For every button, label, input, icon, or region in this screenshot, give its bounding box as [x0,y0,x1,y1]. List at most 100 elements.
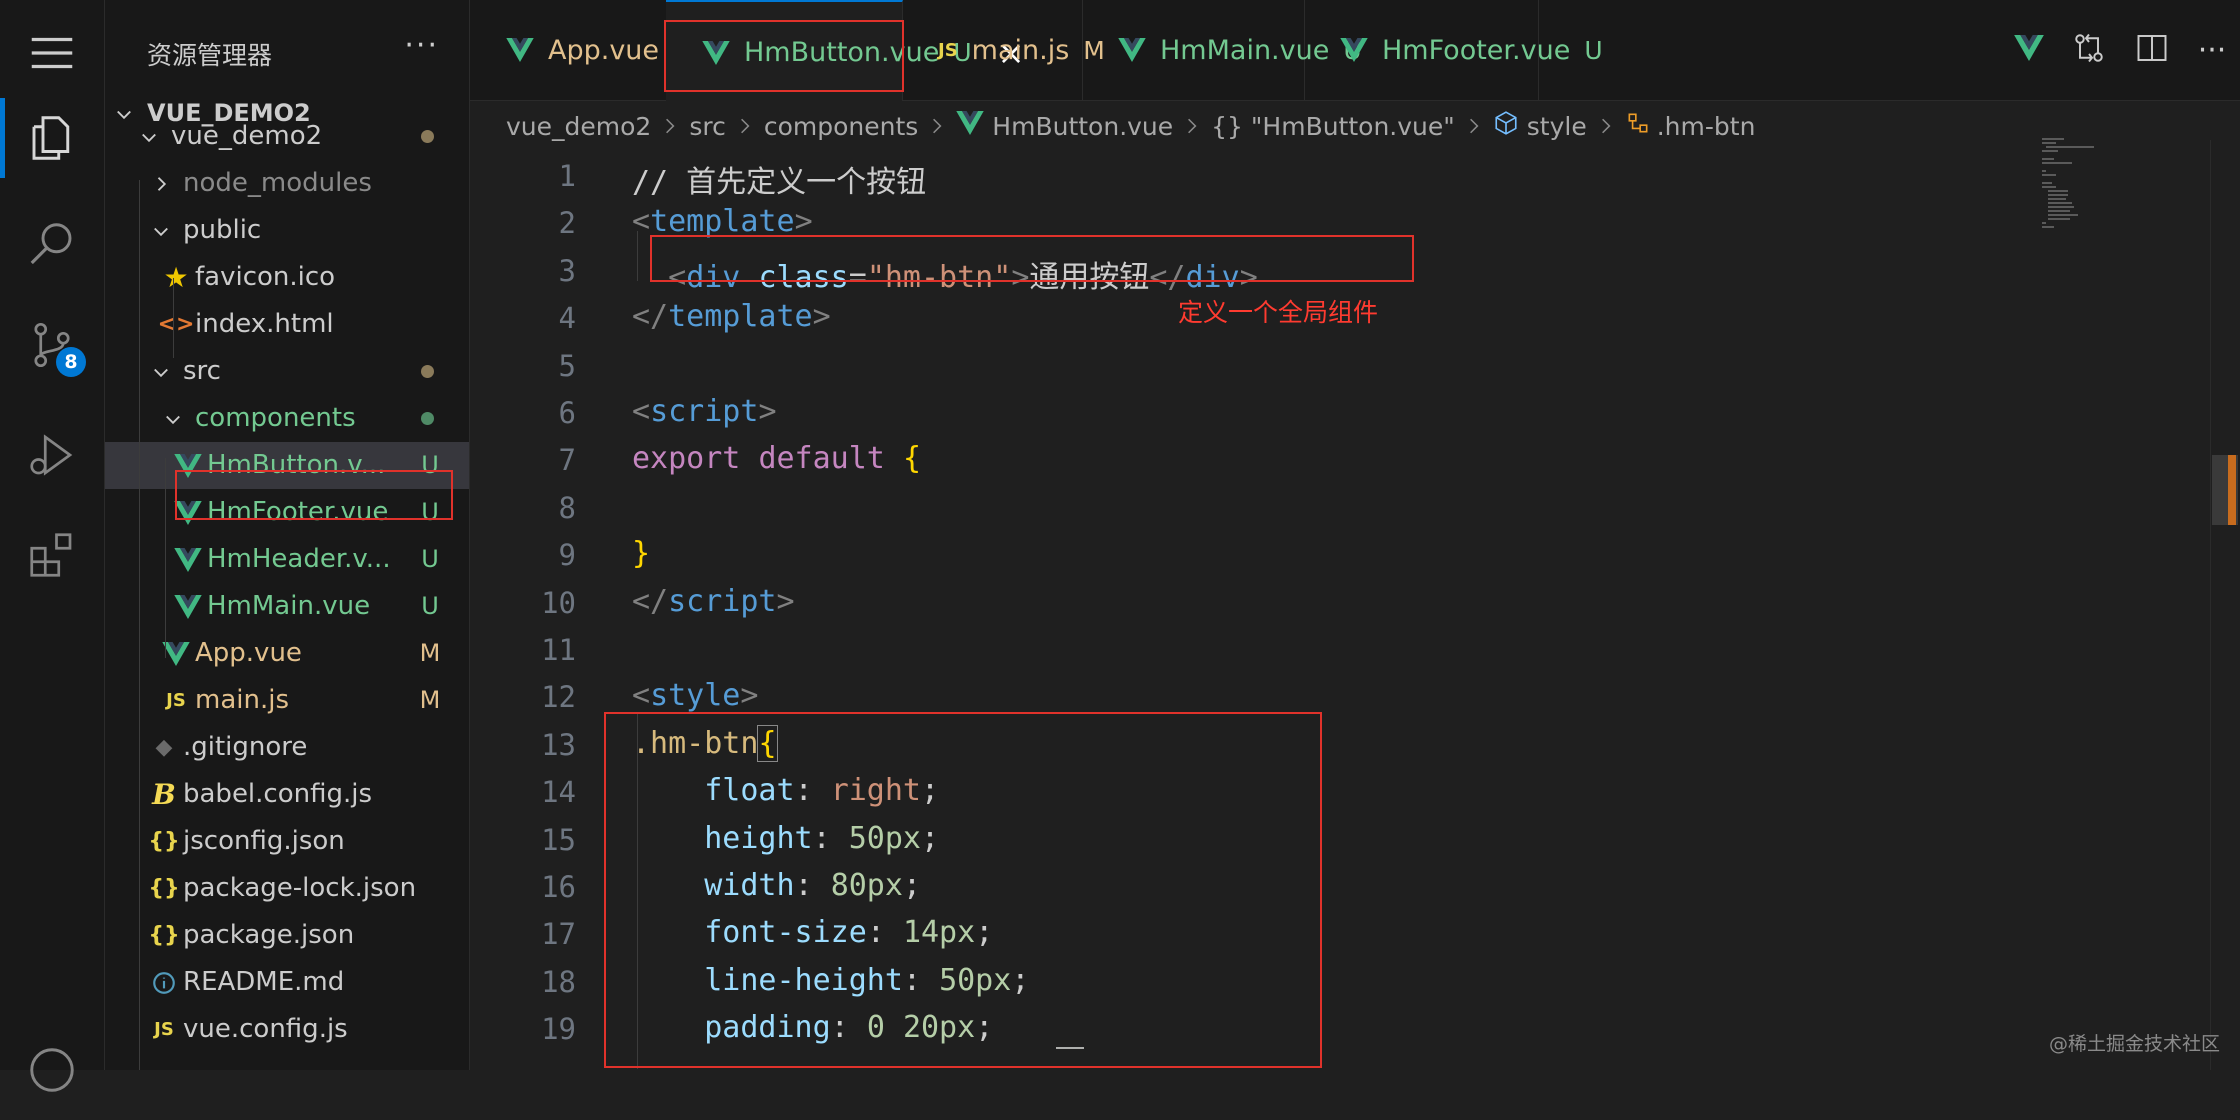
explorer-header: 资源管理器 ··· [105,0,469,100]
vue-file-icon [506,38,534,62]
chevron-right-icon [147,160,175,207]
line-number: 2 [558,206,576,241]
tree-folder[interactable]: src [105,348,469,395]
html-file-icon: <> [157,312,195,337]
extensions-icon[interactable] [0,505,104,605]
code-token: > [812,299,831,335]
source-control-icon[interactable]: 8 [0,295,104,395]
code-token: default [758,441,885,477]
breadcrumb: vue_demo2 src components HmButton.vue {} "Hm… [470,101,2240,151]
line-number: 17 [541,917,576,952]
breadcrumb-item[interactable]: components [764,112,918,141]
tree-folder[interactable]: components [105,395,469,442]
minimap[interactable] [2040,130,2120,250]
tree-file[interactable]: ★ favicon.ico [105,254,469,301]
activity-bar: 8 [0,0,105,1092]
tree-file[interactable]: ◆ .gitignore [105,724,469,771]
vue-file-icon [956,111,985,141]
chevron-right-icon [1599,112,1613,141]
line-number: 14 [541,775,576,810]
breadcrumb-item[interactable]: src [689,112,726,141]
tree-file[interactable]: JS main.js M [105,677,469,724]
tree-file[interactable]: JS vue.config.js [105,1006,469,1053]
tab-hmmain-vue[interactable]: HmMain.vueU [1082,0,1362,100]
cube-icon [1493,110,1519,142]
annotation-text: 定义一个全局组件 [1178,298,1379,327]
breadcrumb-label: src [689,111,726,141]
code-token: > [776,583,795,619]
code-line: } [632,536,650,571]
breadcrumb-item[interactable]: style [1493,110,1587,142]
tree-folder[interactable]: node_modules [105,160,469,207]
tree-file[interactable]: HmMain.vue U [105,583,469,630]
tree-item-label: README.md [183,967,345,997]
tree-file[interactable]: README.md [105,959,469,1006]
tab-app-vue[interactable]: App.vueM [470,0,695,100]
favicon-file-icon: ★ [163,261,189,294]
tree-file[interactable]: {} jsconfig.json [105,818,469,865]
tree-item-label: public [183,215,262,245]
explorer-icon[interactable] [0,88,104,188]
tree-item-label: package-lock.json [183,873,417,903]
js-file-icon: JS [166,690,186,711]
more-actions-icon[interactable]: ··· [404,28,439,63]
line-number: 6 [558,396,576,430]
code-editor[interactable]: 1// 首先定义一个按钮 2 <template> 3 <div class="hm-… [470,151,2240,1070]
tree-item-label: components [195,403,356,433]
line-number: 13 [541,727,576,762]
chevron-down-icon [159,395,187,442]
tree-file[interactable]: <> index.html [105,301,469,348]
tree-folder[interactable]: public [105,207,469,254]
git-status: U [421,592,439,620]
compare-changes-icon[interactable] [2071,30,2107,70]
git-file-icon: ◆ [155,735,173,760]
code-token: export [632,441,741,477]
tab-label: main.js [971,34,1070,66]
chevron-right-icon [738,112,752,141]
breadcrumb-item[interactable]: HmButton.vue [956,111,1173,141]
chevron-down-icon [135,113,163,160]
tree-file[interactable]: HmHeader.v... U [105,536,469,583]
annotation-box-template [650,235,1414,282]
code-line: // 首先定义一个按钮 [632,157,926,201]
accounts-icon[interactable] [0,1020,104,1120]
line-number: 1 [558,159,576,193]
git-status: U [421,545,439,573]
tree-file[interactable]: Bbabel.config.js [105,771,469,818]
code-line: </template> [632,299,831,334]
json-file-icon: {} [148,923,180,948]
breadcrumb-item[interactable]: .hm-btn [1625,110,1755,142]
run-debug-icon[interactable] [0,405,104,505]
tab-main-js[interactable]: JS main.js M [902,0,1105,100]
tree-folder[interactable]: vue_demo2 [105,113,469,160]
code-token: </ [632,299,669,335]
line-number: 16 [541,870,576,904]
tab-hmfooter-vue[interactable]: HmFooter.vue U [1304,0,1603,100]
tab-actions: ··· [2000,0,2240,100]
split-editor-icon[interactable] [2134,30,2170,70]
more-actions-icon[interactable]: ··· [2198,33,2227,68]
chevron-right-icon [663,112,677,141]
tab-hmbutton-vue[interactable]: HmButton.vue U × [664,0,1024,103]
tree-item-label: package.json [183,920,355,950]
tree-item-label: main.js [195,685,289,715]
modified-dot-icon [421,412,434,425]
line-number: 7 [558,443,576,478]
vue-icon [2013,35,2044,65]
tree-file[interactable]: {} package-lock.json [105,865,469,912]
tree-file[interactable]: App.vue M [105,630,469,677]
code-line: <script> [632,394,777,429]
breadcrumb-label: style [1526,111,1587,141]
code-line: export default { [632,441,921,476]
tree-indent-guide [139,180,140,1070]
js-file-icon: JS [154,1019,174,1040]
breadcrumb-label: vue_demo2 [506,111,652,141]
search-icon[interactable] [0,195,104,295]
tree-file[interactable]: {} package.json [105,912,469,959]
breadcrumb-item[interactable]: {} "HmButton.vue" [1211,112,1455,141]
vertical-scrollbar[interactable] [2210,140,2240,1070]
git-status: M [419,686,441,714]
line-number: 5 [558,348,576,383]
breadcrumb-item[interactable]: vue_demo2 [506,112,651,141]
